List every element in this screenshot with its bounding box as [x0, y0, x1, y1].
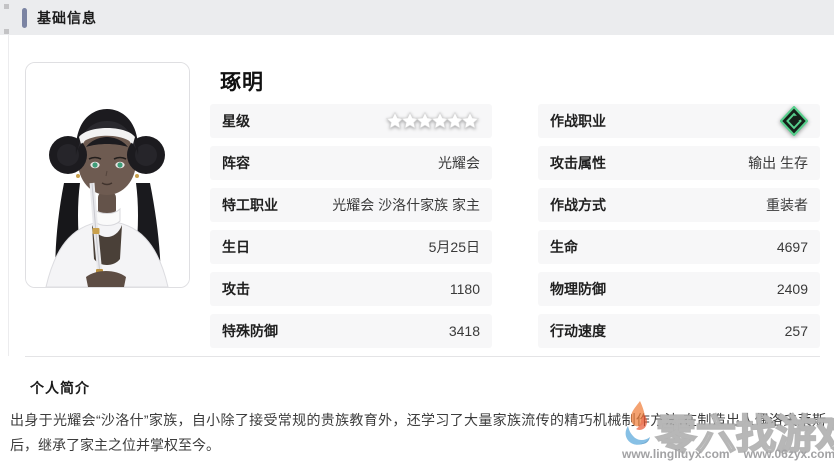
- row-combat-style: 作战方式 重装者: [538, 188, 820, 222]
- row-label: 特殊防御: [222, 323, 278, 339]
- row-agent-occupation: 特工职业 光耀会 沙洛什家族 家主: [210, 188, 492, 222]
- row-value: 重装者: [766, 197, 808, 213]
- editor-handle-icon: [4, 4, 9, 9]
- row-faction: 阵容 光耀会: [210, 146, 492, 180]
- section-title: 基础信息: [37, 9, 97, 26]
- row-label: 物理防御: [550, 281, 606, 297]
- section-divider: [25, 356, 820, 357]
- star-rating: [385, 111, 480, 131]
- row-label: 攻击: [222, 281, 250, 297]
- row-label: 作战方式: [550, 197, 606, 213]
- row-label: 阵容: [222, 155, 250, 171]
- row-value: 光耀会: [438, 155, 480, 171]
- profile-description: 出身于光耀会“沙洛什”家族，自小除了接受常规的贵族教育外，还学习了大量家族流传的…: [10, 412, 826, 453]
- row-label: 生命: [550, 239, 578, 255]
- character-portrait: [25, 62, 190, 288]
- row-label: 生日: [222, 239, 250, 255]
- row-label: 作战职业: [550, 113, 606, 129]
- row-label: 星级: [222, 113, 250, 129]
- header-accent-bar: [22, 7, 27, 28]
- basic-info-page: 基础信息 琢明 星级 阵容 光耀会 特工职业 光耀会 沙洛什家族 家主 生日 5…: [0, 0, 834, 465]
- row-combat-class: 作战职业: [538, 104, 820, 138]
- row-attack: 攻击 1180: [210, 272, 492, 306]
- row-value: 4697: [776, 239, 808, 255]
- section-header: 基础信息: [0, 0, 834, 35]
- row-hp: 生命 4697: [538, 230, 820, 264]
- star-icon: [460, 111, 480, 129]
- row-value: 2409: [776, 281, 808, 297]
- row-action-speed: 行动速度 257: [538, 314, 820, 348]
- profile-section-title: 个人简介: [30, 380, 90, 396]
- guardian-class-icon: [780, 106, 808, 136]
- row-value: 5月25日: [428, 239, 480, 255]
- row-birthday: 生日 5月25日: [210, 230, 492, 264]
- editor-handle-icon: [4, 29, 9, 34]
- row-value: 光耀会 沙洛什家族 家主: [332, 197, 480, 213]
- row-attack-attribute: 攻击属性 输出 生存: [538, 146, 820, 180]
- row-physical-defense: 物理防御 2409: [538, 272, 820, 306]
- row-value: 3418: [448, 323, 480, 339]
- row-value: 1180: [449, 281, 480, 297]
- character-name: 琢明: [220, 71, 264, 94]
- row-label: 行动速度: [550, 323, 606, 339]
- row-value: 输出 生存: [748, 155, 808, 171]
- page-left-border: [8, 35, 9, 356]
- row-value: 257: [784, 323, 808, 339]
- row-label: 特工职业: [222, 197, 278, 213]
- row-label: 攻击属性: [550, 155, 606, 171]
- row-special-defense: 特殊防御 3418: [210, 314, 492, 348]
- row-star-rating: 星级: [210, 104, 492, 138]
